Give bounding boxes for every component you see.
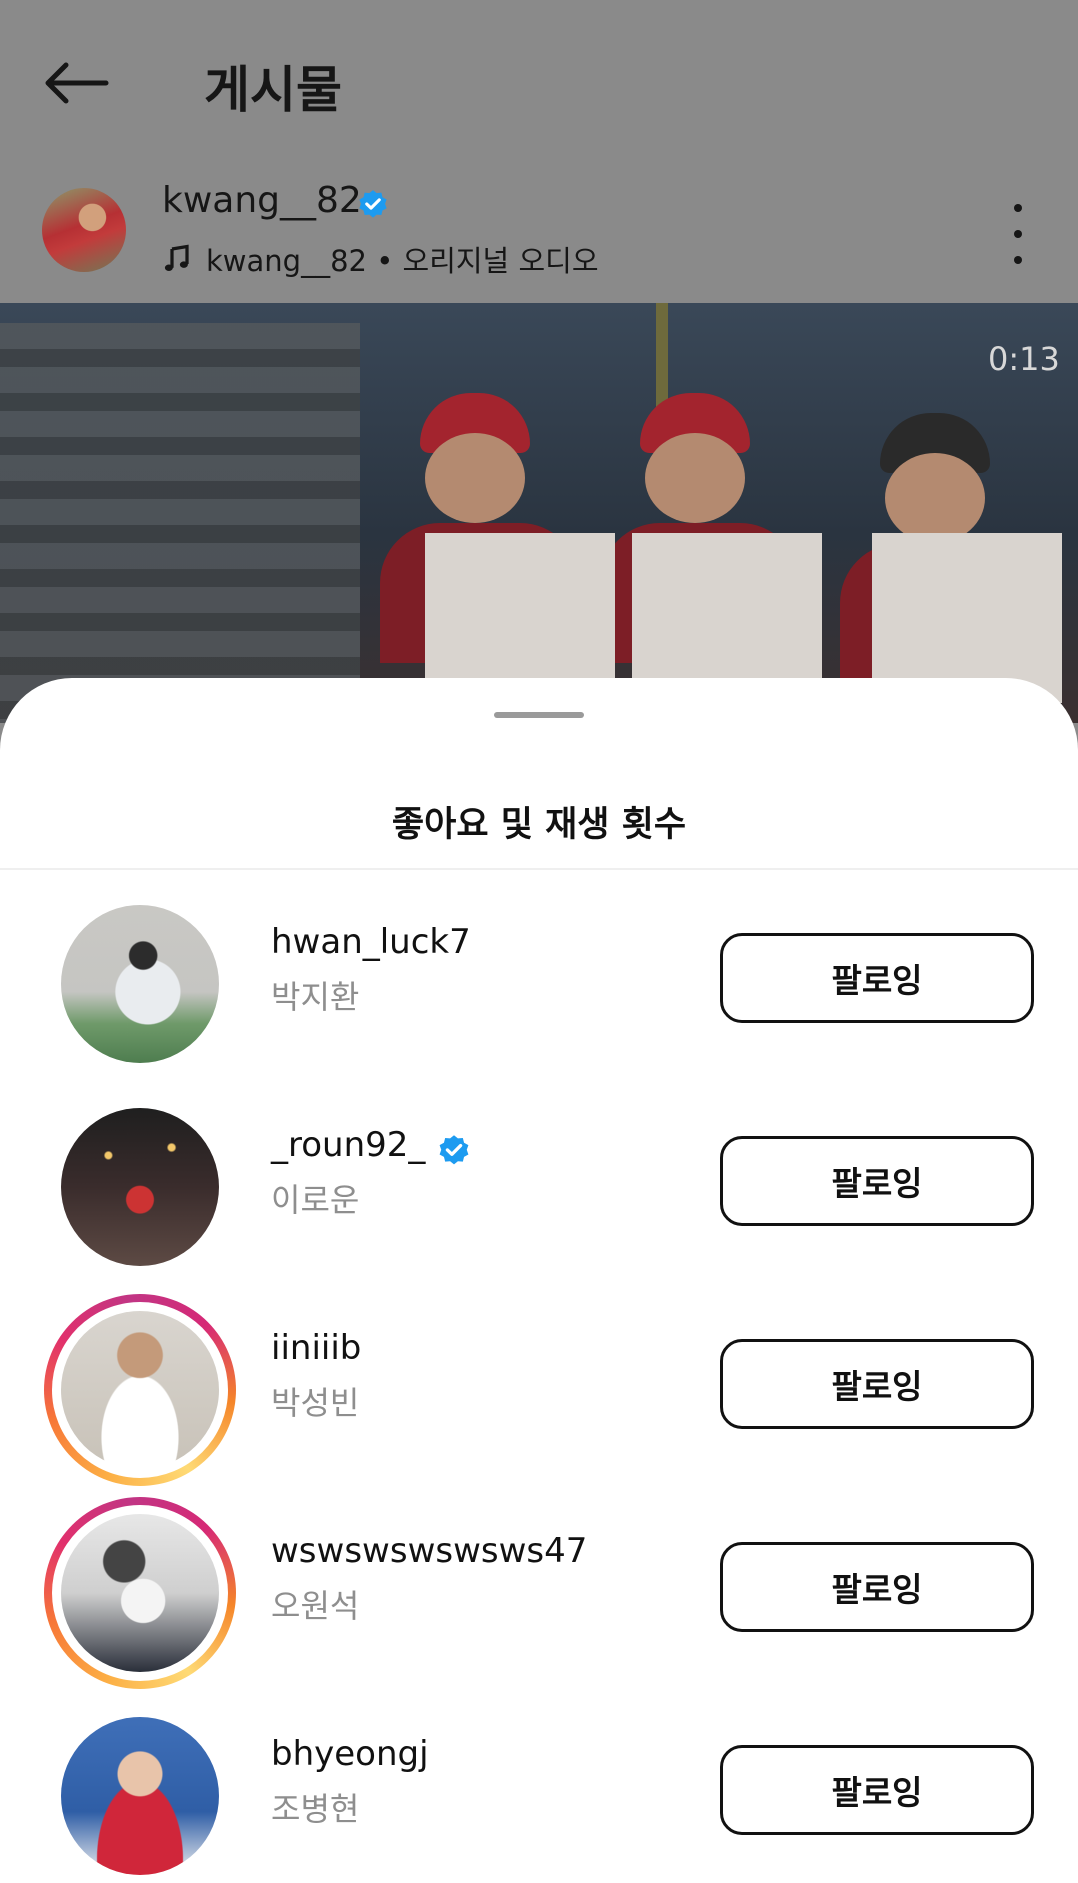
following-button[interactable]: 팔로잉: [720, 1745, 1034, 1835]
more-vertical-icon: [1014, 204, 1022, 212]
author-avatar[interactable]: [42, 188, 126, 272]
sheet-title: 좋아요 및 재생 횟수: [391, 805, 687, 845]
divider: [0, 868, 1078, 870]
avatar[interactable]: [61, 1717, 219, 1875]
music-note-icon: [164, 244, 189, 271]
following-button[interactable]: 팔로잉: [720, 1542, 1034, 1632]
likes-bottom-sheet: 좋아요 및 재생 횟수 hwan_luck7 박지환 팔로잉 _roun92_ …: [0, 678, 1078, 1883]
verified-badge-icon: [439, 1135, 469, 1165]
username[interactable]: bhyeongj: [271, 1734, 429, 1774]
following-button[interactable]: 팔로잉: [720, 1339, 1034, 1429]
author-username[interactable]: kwang__82: [162, 180, 362, 221]
avatar[interactable]: [61, 1311, 219, 1469]
arrow-left-icon: [45, 62, 109, 104]
page-title: 게시물: [204, 61, 342, 119]
following-button[interactable]: 팔로잉: [720, 1136, 1034, 1226]
avatar[interactable]: [61, 1514, 219, 1672]
user-row[interactable]: hwan_luck7 박지환 팔로잉: [0, 888, 1078, 1063]
audio-label: kwang__82 • 오리지널 오디오: [206, 244, 599, 278]
username[interactable]: iiniiib: [271, 1328, 361, 1368]
username[interactable]: _roun92_: [271, 1125, 425, 1165]
full-name: 오원석: [271, 1587, 360, 1625]
username[interactable]: wswswswswsws47: [271, 1531, 587, 1571]
back-button[interactable]: [40, 48, 120, 118]
username[interactable]: hwan_luck7: [271, 922, 471, 962]
full-name: 박성빈: [271, 1384, 360, 1422]
video-timestamp: 0:13: [988, 340, 1060, 378]
audio-info[interactable]: kwang__82 • 오리지널 오디오: [162, 238, 599, 280]
avatar[interactable]: [61, 1108, 219, 1266]
post-header: kwang__82 kwang__82 • 오리지널 오디오: [0, 170, 1078, 300]
user-row[interactable]: iiniiib 박성빈 팔로잉: [0, 1294, 1078, 1486]
stadium-stand: [0, 323, 360, 723]
user-row[interactable]: wswswswswsws47 오원석 팔로잉: [0, 1497, 1078, 1689]
drag-handle[interactable]: [494, 712, 584, 718]
video-player[interactable]: 0:13: [0, 303, 1078, 723]
more-options-button[interactable]: [1000, 204, 1036, 264]
avatar[interactable]: [61, 905, 219, 1063]
top-bar: 게시물: [0, 0, 1078, 160]
full-name: 이로운: [271, 1181, 360, 1219]
user-row[interactable]: _roun92_ 이로운 팔로잉: [0, 1091, 1078, 1266]
full-name: 박지환: [271, 978, 360, 1016]
following-button[interactable]: 팔로잉: [720, 933, 1034, 1023]
full-name: 조병현: [271, 1790, 360, 1828]
verified-badge-icon: [359, 190, 387, 218]
user-row[interactable]: bhyeongj 조병현 팔로잉: [0, 1700, 1078, 1875]
